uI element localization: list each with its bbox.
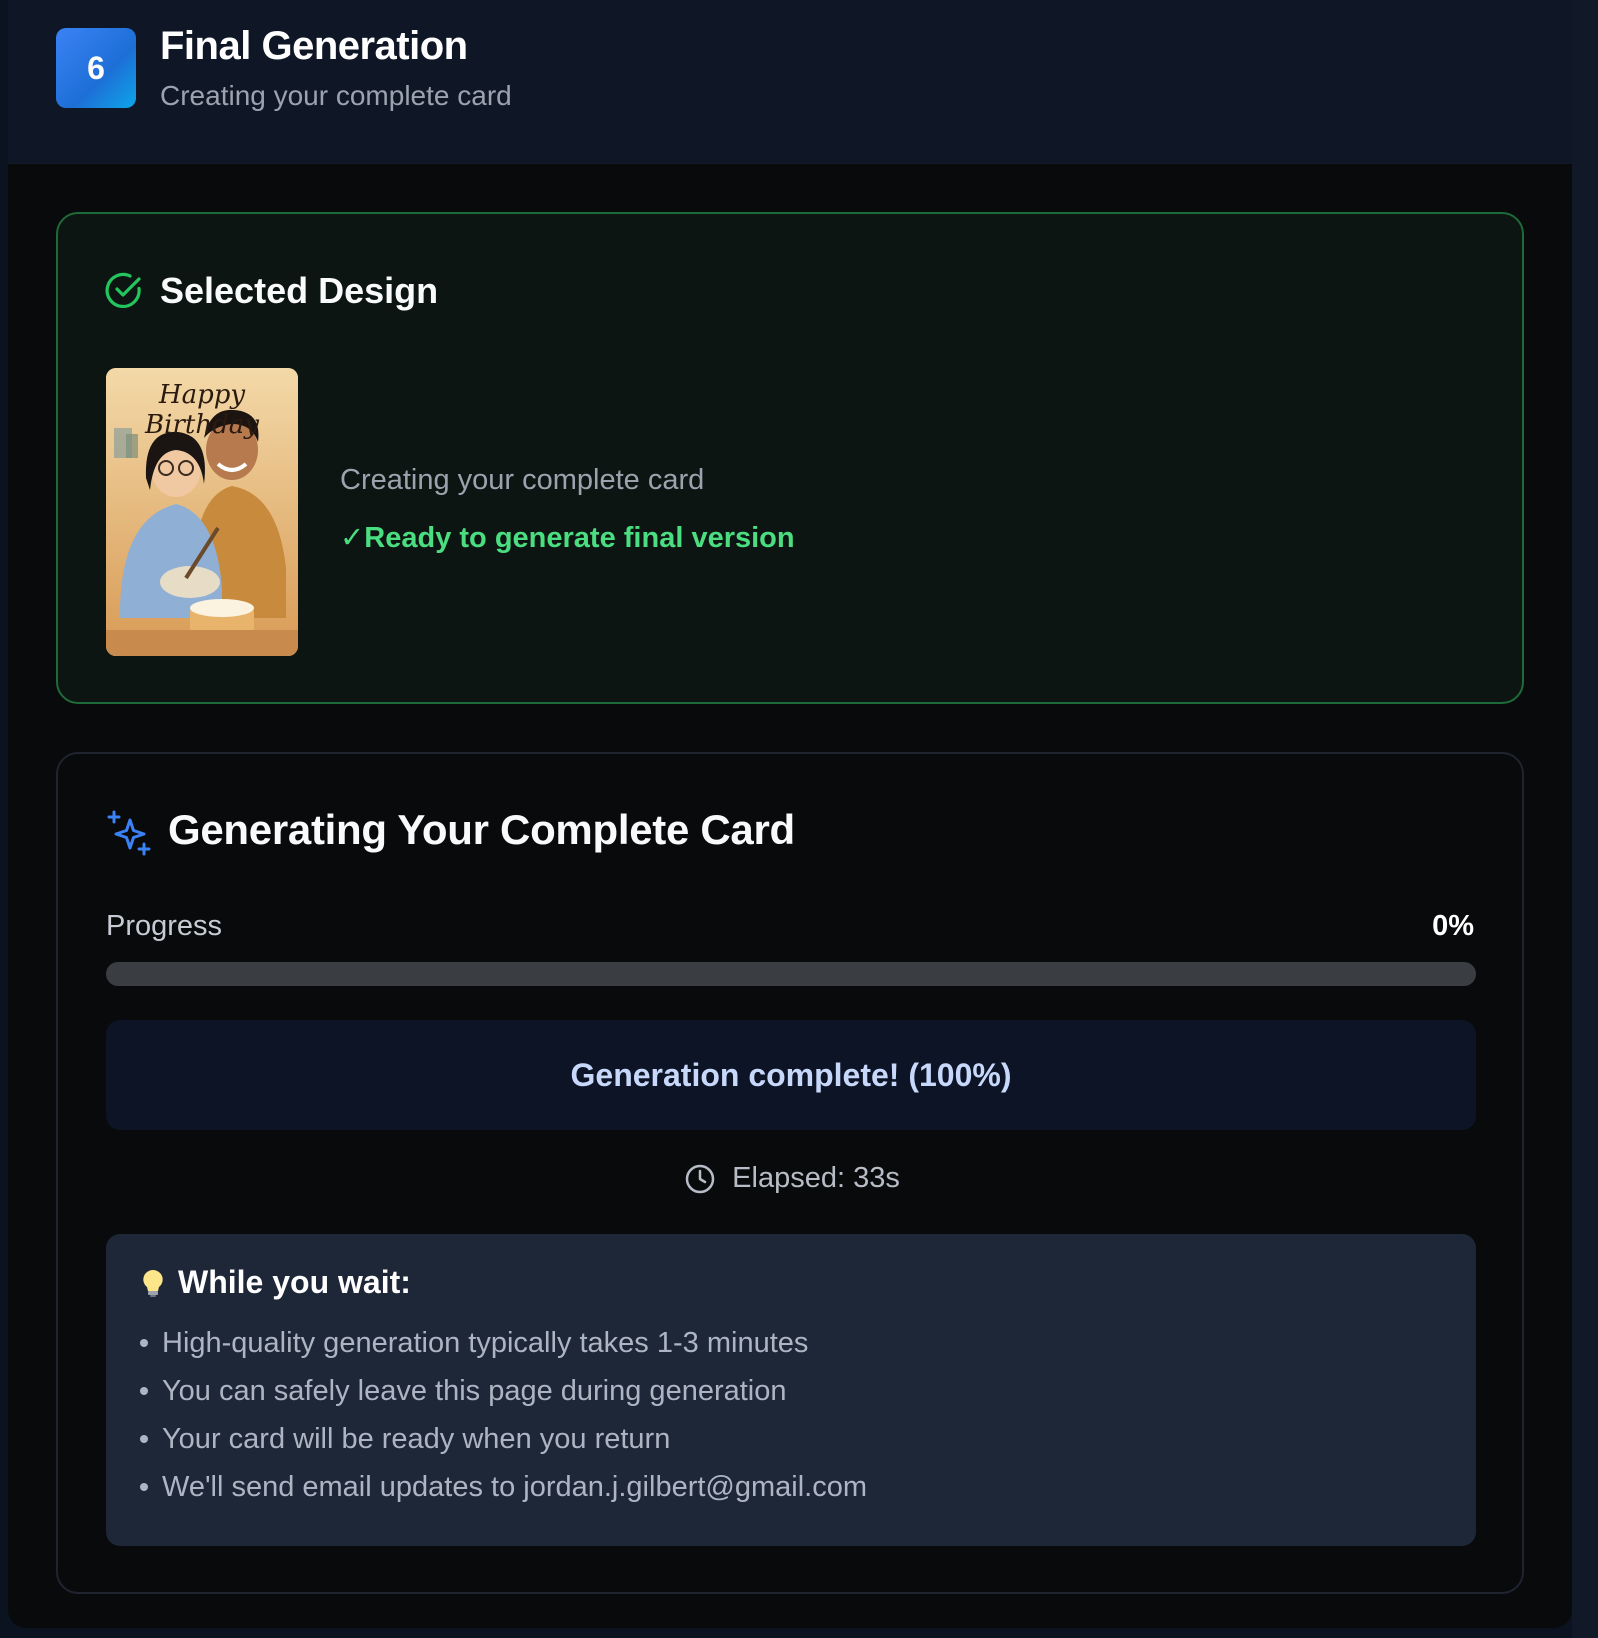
card-thumbnail-title: Happy Birthday: [145, 380, 259, 440]
bullet: [140, 1435, 148, 1443]
step-header: 6 Final Generation Creating your complet…: [8, 0, 1572, 164]
tip-item: You can safely leave this page during ge…: [140, 1367, 1442, 1415]
step-number-badge: 6: [56, 28, 136, 108]
design-status-text: Creating your complete card: [340, 464, 705, 496]
page-subtitle: Creating your complete card: [160, 80, 512, 111]
bullet: [140, 1387, 148, 1395]
check-circle-icon: [105, 272, 141, 309]
final-generation-panel: 6 Final Generation Creating your complet…: [8, 0, 1572, 1628]
progress-percent: 0%: [1432, 910, 1474, 942]
tips-title: While you wait:: [178, 1264, 411, 1300]
generation-status-box: Generation complete! (100%): [106, 1020, 1476, 1130]
progress-label: Progress: [106, 910, 223, 942]
tips-list: High-quality generation typically takes …: [140, 1319, 1442, 1511]
card-thumbnail[interactable]: Happy Birthday: [106, 368, 298, 656]
progress-bar: [106, 962, 1476, 986]
bullet: [140, 1339, 148, 1347]
elapsed-time: Elapsed: 33s: [58, 1162, 1526, 1195]
tip-text: High-quality generation typically takes …: [162, 1327, 809, 1359]
tip-text: You can safely leave this page during ge…: [162, 1375, 787, 1407]
clock-icon: [685, 1164, 715, 1193]
ready-status-text: ✓Ready to generate final version: [340, 522, 795, 554]
tip-item: Your card will be ready when you return: [140, 1415, 1442, 1463]
tip-text: We'll send email updates to jordan.j.gil…: [162, 1471, 867, 1503]
generation-complete-message: Generation complete! (100%): [570, 1056, 1012, 1093]
tip-item: We'll send email updates to jordan.j.gil…: [140, 1463, 1442, 1511]
selected-design-card: Selected Design Happy Birthday Creating …: [56, 212, 1524, 704]
generation-title: Generating Your Complete Card: [168, 806, 795, 853]
sparkles-icon: [107, 810, 151, 856]
tip-item: High-quality generation typically takes …: [140, 1319, 1442, 1367]
right-rail: [1572, 0, 1598, 1638]
tips-box: While you wait: High-quality generation …: [106, 1234, 1476, 1546]
bullet: [140, 1483, 148, 1491]
lightbulb-icon: [143, 1269, 163, 1297]
page-title: Final Generation: [160, 24, 468, 68]
elapsed-time-text: Elapsed: 33s: [732, 1162, 900, 1194]
tip-text: Your card will be ready when you return: [162, 1423, 671, 1455]
generation-card: Generating Your Complete Card Progress 0…: [56, 752, 1524, 1594]
selected-design-title: Selected Design: [160, 270, 439, 311]
